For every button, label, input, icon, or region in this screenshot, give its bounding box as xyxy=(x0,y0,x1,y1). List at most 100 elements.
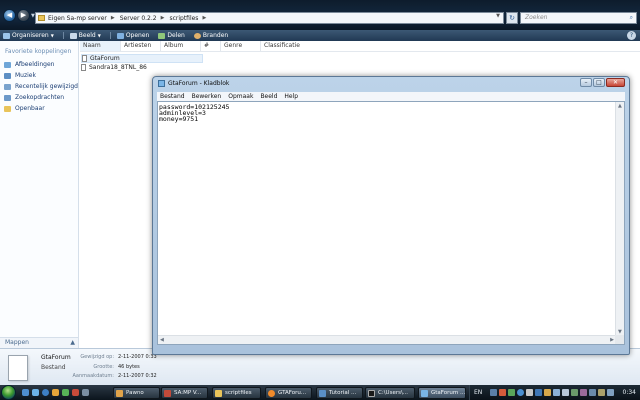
tray-icon[interactable] xyxy=(607,389,614,396)
favorite-searches[interactable]: Zoekopdrachten xyxy=(0,92,78,103)
taskbar-button-label: GTAForu... xyxy=(278,390,307,396)
menu-help[interactable]: Help xyxy=(281,93,301,100)
created-value: 2-11-2007 0:32 xyxy=(118,373,157,379)
share-button[interactable]: Delen xyxy=(158,32,185,39)
close-button[interactable]: ✕ xyxy=(606,78,625,87)
maximize-button[interactable]: □ xyxy=(593,78,605,87)
document-icon xyxy=(319,390,326,397)
taskbar-button-notepad[interactable]: GtaForum ... xyxy=(418,387,466,399)
burn-button[interactable]: Branden xyxy=(193,32,228,39)
taskbar-button-tutorial[interactable]: Tutorial ... xyxy=(316,387,363,399)
organize-button[interactable]: Organiseren ▼ xyxy=(3,32,54,39)
tray-icon[interactable] xyxy=(571,389,578,396)
favorite-music[interactable]: Muziek xyxy=(0,70,78,81)
minimize-button[interactable]: – xyxy=(580,78,592,87)
tray-icon[interactable] xyxy=(490,389,497,396)
scroll-right-icon[interactable]: ▶ xyxy=(610,337,614,343)
views-label: Beeld xyxy=(78,32,96,39)
text-editor[interactable]: password=102125245 adminlevel=3 money=97… xyxy=(157,101,625,345)
taskbar-button-samp[interactable]: SA:MP V... xyxy=(161,387,208,399)
column-track-number[interactable]: # xyxy=(201,41,221,51)
scroll-left-icon[interactable]: ◀ xyxy=(160,337,164,343)
file-row[interactable]: GtaForum xyxy=(81,54,203,63)
column-name[interactable]: Naam xyxy=(80,41,121,51)
views-button[interactable]: Beeld ▼ xyxy=(69,32,101,39)
open-label: Openen xyxy=(125,32,150,39)
tray-icon[interactable] xyxy=(526,389,533,396)
tray-icon[interactable] xyxy=(544,389,551,396)
menu-format[interactable]: Opmaak xyxy=(225,93,256,100)
tray-icon[interactable] xyxy=(598,389,605,396)
text-line: money=9751 xyxy=(159,115,199,123)
menu-view[interactable]: Beeld xyxy=(257,93,280,100)
search-input[interactable]: Zoeken ⌕ xyxy=(520,12,637,24)
tray-icon[interactable] xyxy=(580,389,587,396)
open-button[interactable]: Openen xyxy=(116,32,150,39)
taskbar-button-label: Pawno xyxy=(126,390,144,396)
menu-file[interactable]: Bestand xyxy=(157,93,188,100)
refresh-button[interactable]: ↻ xyxy=(506,12,518,24)
organize-label: Organiseren xyxy=(12,32,49,39)
chevron-right-icon[interactable]: ▶ xyxy=(111,15,115,21)
clock[interactable]: 0:34 xyxy=(623,389,636,396)
quick-launch-icon[interactable] xyxy=(62,389,69,396)
chevron-right-icon[interactable]: ▶ xyxy=(161,15,165,21)
taskbar-button-label: C:\Users\... xyxy=(378,390,409,396)
tray-icon[interactable] xyxy=(589,389,596,396)
chevron-down-icon[interactable]: ▼ xyxy=(496,13,500,19)
taskbar-button-scriptfiles[interactable]: scriptfiles xyxy=(212,387,261,399)
vertical-scrollbar[interactable]: ▲ ▼ xyxy=(615,102,624,336)
tray-icon[interactable] xyxy=(535,389,542,396)
tray-icon[interactable] xyxy=(517,389,524,396)
modified-value: 2-11-2007 0:33 xyxy=(118,354,157,360)
language-indicator[interactable]: EN xyxy=(474,389,482,396)
taskbar-button-pawno[interactable]: Pawno xyxy=(113,387,160,399)
favorite-pictures[interactable]: Afbeeldingen xyxy=(0,59,78,70)
menu-edit[interactable]: Bewerken xyxy=(189,93,225,100)
column-genre[interactable]: Genre xyxy=(221,41,261,51)
favorite-public[interactable]: Openbaar xyxy=(0,103,78,114)
scroll-up-icon[interactable]: ▲ xyxy=(618,103,622,109)
taskbar-button-gtaforum-browser[interactable]: GTAForu... xyxy=(265,387,312,399)
taskbar: Pawno SA:MP V... scriptfiles GTAForu... … xyxy=(0,385,640,400)
back-button[interactable]: ◀ xyxy=(3,9,16,22)
resize-grip[interactable] xyxy=(615,335,624,344)
column-headers: Naam Artiesten Album # Genre Classificat… xyxy=(80,41,640,52)
quick-launch-icon[interactable] xyxy=(82,389,89,396)
internet-explorer-icon[interactable] xyxy=(42,389,49,396)
chevron-down-icon: ▼ xyxy=(97,33,101,38)
size-value: 46 bytes xyxy=(118,364,140,370)
pictures-icon xyxy=(4,61,11,68)
show-desktop-icon[interactable] xyxy=(22,389,29,396)
breadcrumb-item[interactable]: Eigen Sa-mp server ▶ xyxy=(48,15,115,22)
file-row[interactable]: Sandra18_8TNL_86 xyxy=(81,63,147,72)
favorite-recent[interactable]: Recentelijk gewijzigd xyxy=(0,81,78,92)
tray-icon[interactable] xyxy=(499,389,506,396)
horizontal-scrollbar[interactable]: ◀ ▶ xyxy=(158,335,616,344)
column-album[interactable]: Album xyxy=(161,41,201,51)
column-rating[interactable]: Classificatie xyxy=(261,41,321,51)
favorite-label: Zoekopdrachten xyxy=(15,94,65,101)
quick-launch-icon[interactable] xyxy=(52,389,59,396)
recent-icon xyxy=(4,83,11,90)
favorite-label: Muziek xyxy=(15,72,36,79)
taskbar-button-command-prompt[interactable]: C:\Users\... xyxy=(365,387,415,399)
breadcrumb-label: Eigen Sa-mp server xyxy=(48,14,107,22)
taskbar-button-label: scriptfiles xyxy=(225,390,252,396)
start-button[interactable] xyxy=(1,385,16,400)
search-icon[interactable]: ⌕ xyxy=(630,13,633,23)
switch-windows-icon[interactable] xyxy=(32,389,39,396)
column-artists[interactable]: Artiesten xyxy=(121,41,161,51)
quick-launch-icon[interactable] xyxy=(72,389,79,396)
address-field[interactable]: Eigen Sa-mp server ▶ Server 0.2.2 ▶ script… xyxy=(35,12,504,24)
network-icon[interactable] xyxy=(553,389,560,396)
breadcrumb-item[interactable]: scriptfiles ▶ xyxy=(169,15,206,22)
folders-toggle[interactable]: Mappen ▲ xyxy=(0,337,79,348)
help-icon[interactable]: ? xyxy=(627,31,636,40)
favorites-heading: Favoriete koppelingen xyxy=(5,48,72,55)
forward-button[interactable]: ▶ xyxy=(17,9,30,22)
breadcrumb-item[interactable]: Server 0.2.2 ▶ xyxy=(120,15,165,22)
tray-icon[interactable] xyxy=(508,389,515,396)
chevron-right-icon[interactable]: ▶ xyxy=(202,15,206,21)
volume-icon[interactable] xyxy=(562,389,569,396)
